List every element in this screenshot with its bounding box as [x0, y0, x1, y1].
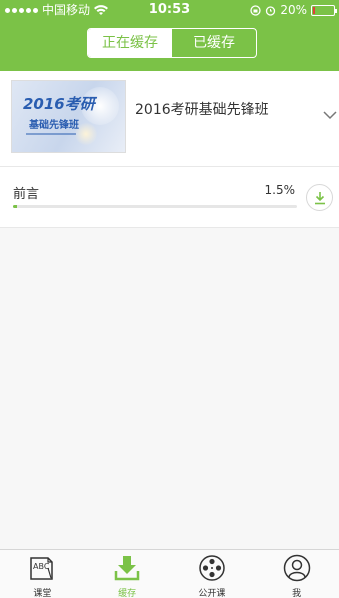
tab-me[interactable]: 我: [254, 550, 339, 598]
tab-label-classroom: 课堂: [33, 589, 52, 598]
tab-classroom[interactable]: ABC 课堂: [0, 550, 85, 598]
download-button[interactable]: [306, 184, 333, 211]
alarm-icon: [266, 5, 276, 16]
download-percent: 1.5%: [264, 183, 296, 197]
chevron-down-icon[interactable]: [323, 110, 337, 120]
tab-open-course[interactable]: 公开课: [170, 550, 255, 598]
download-icon: [314, 191, 325, 204]
battery-icon: [311, 4, 337, 16]
download-tray-icon: [114, 556, 140, 581]
tab-cache[interactable]: 缓存: [85, 550, 170, 598]
bottom-tab-bar: ABC 课堂 缓存 公开课 我: [0, 549, 339, 598]
abc-book-icon: ABC: [30, 557, 54, 580]
download-progress-bar: [13, 205, 297, 208]
rotation-lock-icon: [250, 4, 261, 16]
tab-label-me: 我: [292, 589, 302, 598]
tab-label-open-course: 公开课: [198, 589, 226, 598]
battery-percent: 20%: [280, 3, 307, 17]
user-icon: [283, 554, 310, 582]
film-reel-icon: [199, 555, 225, 581]
status-right: 20%: [250, 0, 337, 20]
course-title: 2016考研基础先锋班: [135, 102, 269, 118]
course-thumbnail: 2016考研 基础先锋班: [11, 80, 126, 153]
lesson-title: 前言: [13, 187, 40, 202]
course-group[interactable]: 2016考研 基础先锋班 2016考研基础先锋班: [0, 71, 339, 166]
header: 中国移动 10:53 20% 正在缓存 已缓存: [0, 0, 339, 71]
download-item[interactable]: 前言 1.5%: [0, 166, 339, 228]
svg-text:ABC: ABC: [33, 562, 50, 571]
tab-cached[interactable]: 已缓存: [172, 29, 256, 57]
tab-caching[interactable]: 正在缓存: [88, 29, 172, 57]
download-progress-fill: [13, 205, 18, 208]
thumbnail-title: 2016考研: [23, 95, 95, 113]
cache-segmented-control: 正在缓存 已缓存: [87, 28, 257, 58]
status-bar: 中国移动 10:53 20%: [0, 0, 339, 20]
thumbnail-subtitle: 基础先锋班: [29, 120, 79, 131]
tab-label-cache: 缓存: [118, 589, 137, 598]
